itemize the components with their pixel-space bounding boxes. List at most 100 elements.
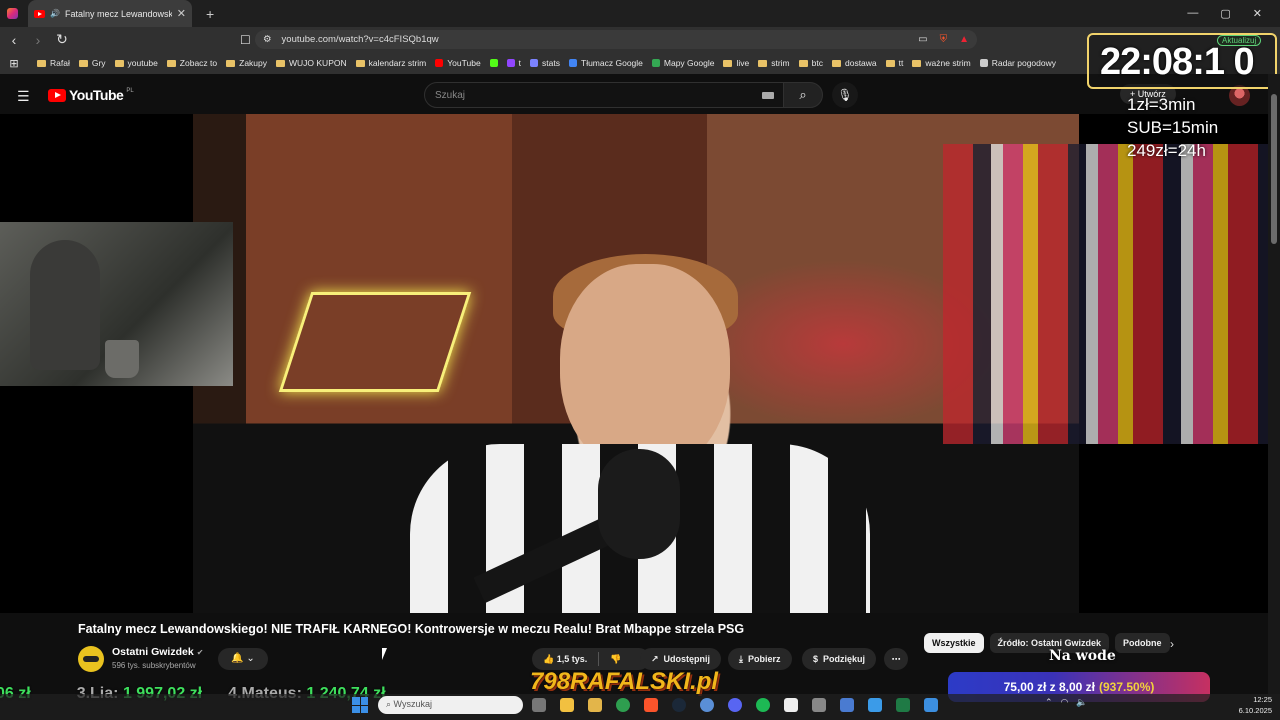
bookmark-item[interactable]: Zakupy bbox=[226, 58, 267, 68]
bookmark-icon[interactable]: ☐ bbox=[240, 33, 251, 47]
speaker-icon[interactable]: 🔊 bbox=[50, 9, 60, 18]
volume-icon[interactable]: 🔈 bbox=[1076, 697, 1087, 708]
download-label: Pobierz bbox=[747, 654, 781, 664]
instagram-icon[interactable] bbox=[7, 8, 18, 19]
wifi-icon[interactable]: ◠ bbox=[1061, 697, 1069, 708]
calendar-icon[interactable] bbox=[840, 698, 854, 712]
tab-close-icon[interactable]: ✕ bbox=[177, 7, 186, 20]
youtube-logo[interactable]: YouTube PL bbox=[48, 87, 134, 103]
download-button[interactable]: ⤓ Pobierz bbox=[728, 648, 792, 670]
bookmark-label: t bbox=[518, 58, 522, 68]
bookmark-label: live bbox=[736, 58, 750, 68]
forward-button[interactable]: › bbox=[28, 32, 48, 48]
folder-icon bbox=[798, 59, 808, 67]
windows-start-icon[interactable] bbox=[352, 697, 368, 713]
file-explorer-icon[interactable] bbox=[560, 698, 574, 712]
channel-name[interactable]: Ostatni Gwizdek ✔ bbox=[112, 646, 203, 658]
bookmark-item[interactable]: strim bbox=[758, 58, 790, 68]
bookmark-item[interactable]: tt bbox=[885, 58, 903, 68]
chip-all[interactable]: Wszystkie bbox=[924, 633, 984, 653]
bookmark-item[interactable]: t bbox=[506, 58, 522, 68]
bookmark-item[interactable]: btc bbox=[798, 58, 823, 68]
bookmark-label: btc bbox=[811, 58, 823, 68]
x-app-icon[interactable] bbox=[868, 698, 882, 712]
bookmark-item[interactable]: YouTube bbox=[435, 58, 481, 68]
bookmark-item[interactable]: kalendarz strim bbox=[355, 58, 426, 68]
site-favicon-icon bbox=[979, 59, 988, 67]
menu-icon[interactable]: ☰ bbox=[17, 88, 30, 105]
bookmark-item[interactable]: Radar pogodowy bbox=[979, 58, 1056, 68]
price-line: SUB=15min bbox=[1127, 118, 1219, 137]
bookmark-item[interactable]: Zobacz to bbox=[166, 58, 217, 68]
share-button[interactable]: ↗ Udostępnij bbox=[640, 648, 722, 670]
excel-icon[interactable] bbox=[896, 698, 910, 712]
folder-icon[interactable] bbox=[588, 698, 602, 712]
apps-grid-icon[interactable]: ⊞ bbox=[0, 57, 28, 70]
search-button[interactable]: ⌕ bbox=[783, 82, 823, 108]
bookmark-item[interactable]: WUJO KUPON bbox=[276, 58, 347, 68]
folder-icon bbox=[276, 59, 285, 67]
folder-icon bbox=[758, 59, 768, 67]
site-favicon-icon bbox=[506, 59, 515, 67]
site-info-icon[interactable]: ⚙ bbox=[263, 34, 272, 45]
steam-icon[interactable] bbox=[672, 698, 686, 712]
calculator-icon[interactable] bbox=[812, 698, 826, 712]
chip-similar[interactable]: Podobne bbox=[1115, 633, 1170, 653]
task-view-icon[interactable] bbox=[532, 698, 546, 712]
thanks-button[interactable]: $ Podziękuj bbox=[802, 648, 877, 670]
bookmark-item[interactable]: stats bbox=[530, 58, 560, 68]
brave-rewards-icon[interactable]: ▲ bbox=[959, 34, 969, 45]
tray-overflow-icon[interactable]: ⌃ bbox=[1045, 697, 1053, 708]
bookmark-item[interactable]: dostawa bbox=[831, 58, 877, 68]
notification-bell-button[interactable]: 🔔 ⌄ bbox=[218, 648, 268, 670]
minimize-button[interactable]: — bbox=[1187, 7, 1198, 20]
verified-icon: ✔ bbox=[196, 648, 204, 657]
keyboard-icon[interactable] bbox=[762, 92, 774, 99]
spotify-icon[interactable] bbox=[756, 698, 770, 712]
discord-icon[interactable] bbox=[728, 698, 742, 712]
update-button[interactable]: Aktualizuj bbox=[1217, 35, 1262, 46]
taskbar-clock[interactable]: 12:25 6.10.2025 bbox=[1230, 694, 1272, 716]
cast-icon[interactable]: ▭ bbox=[918, 34, 927, 45]
bookmark-item[interactable]: Rafał bbox=[37, 58, 70, 68]
brave-shield-icon[interactable]: ⛨ bbox=[940, 34, 948, 45]
page-scrollbar[interactable] bbox=[1268, 74, 1280, 694]
search-input[interactable]: Szukaj bbox=[424, 82, 786, 108]
presenter-face bbox=[560, 264, 730, 474]
bookmark-item[interactable]: Gry bbox=[78, 58, 106, 68]
bookmark-item[interactable]: live bbox=[723, 58, 749, 68]
browser-tab[interactable]: 🔊 Fatalny mecz Lewandowskieg ✕ bbox=[28, 0, 192, 27]
back-button[interactable]: ‹ bbox=[4, 32, 24, 48]
folder-icon bbox=[831, 59, 841, 67]
video-player[interactable] bbox=[0, 114, 1268, 613]
site-favicon-icon bbox=[569, 59, 577, 67]
new-tab-button[interactable]: + bbox=[206, 6, 214, 22]
notes-icon[interactable] bbox=[924, 698, 938, 712]
more-icon: ⋯ bbox=[891, 653, 901, 664]
chevron-right-icon[interactable]: › bbox=[1170, 637, 1174, 651]
like-button[interactable]: 👍 1,5 tys. bbox=[543, 654, 587, 665]
bookmark-item[interactable]: Mapy Google bbox=[651, 58, 714, 68]
maximize-button[interactable]: ▢ bbox=[1220, 7, 1230, 20]
bookmark-item[interactable] bbox=[489, 59, 498, 67]
voice-search-button[interactable]: 🎙 bbox=[832, 82, 858, 108]
more-actions-button[interactable]: ⋯ bbox=[884, 648, 908, 670]
reload-button[interactable]: ↻ bbox=[52, 31, 72, 48]
brave-icon[interactable] bbox=[644, 698, 658, 712]
taskbar-apps bbox=[532, 698, 938, 712]
url-field[interactable]: ⚙ youtube.com/watch?v=c4cFISQb1qw ▭ ⛨ ▲ bbox=[255, 30, 977, 49]
bookmark-item[interactable]: ważne strim bbox=[912, 58, 971, 68]
bookmark-item[interactable]: youtube bbox=[114, 58, 158, 68]
dislike-button[interactable]: 👎 bbox=[610, 654, 621, 665]
channel-avatar[interactable] bbox=[78, 646, 104, 672]
close-window-button[interactable]: ✕ bbox=[1253, 7, 1262, 20]
globe-icon[interactable] bbox=[700, 698, 714, 712]
chrome-icon[interactable] bbox=[616, 698, 630, 712]
taskbar-search-input[interactable]: ⌕ Wyszukaj bbox=[378, 696, 523, 714]
site-favicon-icon bbox=[530, 59, 539, 67]
streamlabs-icon[interactable] bbox=[784, 698, 798, 712]
bookmark-item[interactable]: Tłumacz Google bbox=[569, 58, 643, 68]
scroll-thumb[interactable] bbox=[1271, 94, 1277, 244]
jersey-wall-image bbox=[943, 144, 1268, 444]
bookmark-label: WUJO KUPON bbox=[289, 58, 347, 68]
